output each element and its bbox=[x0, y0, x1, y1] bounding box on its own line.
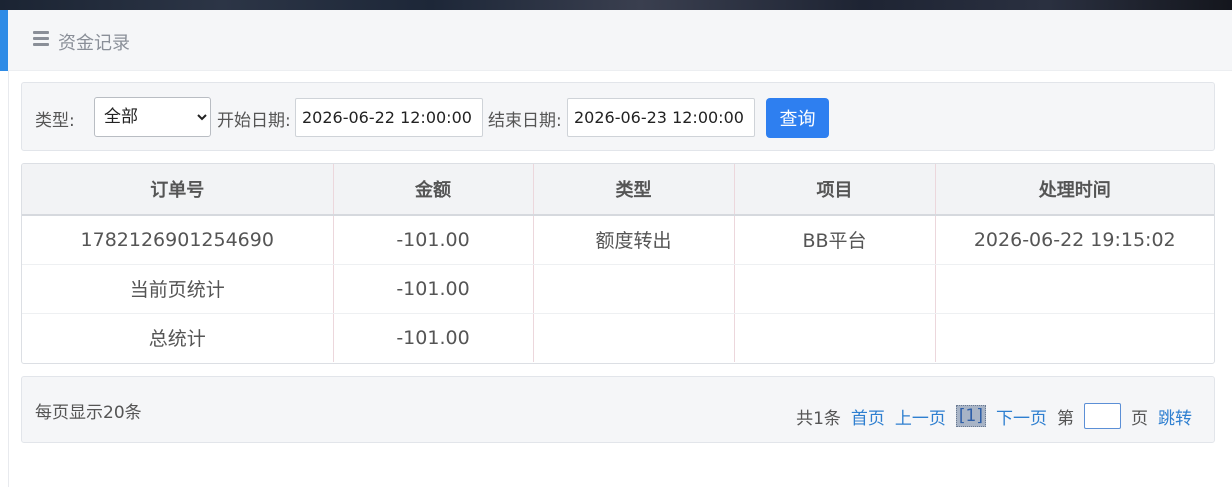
table-row: 1782126901254690 -101.00 额度转出 BB平台 2026-… bbox=[22, 215, 1214, 265]
first-page-link[interactable]: 首页 bbox=[851, 404, 885, 429]
start-date-label: 开始日期: bbox=[217, 111, 291, 131]
cell-empty bbox=[734, 264, 936, 314]
table-row-page-summary: 当前页统计 -101.00 bbox=[22, 264, 1214, 314]
goto-suffix: 页 bbox=[1131, 408, 1148, 429]
column-header-time: 处理时间 bbox=[935, 164, 1214, 216]
type-label: 类型: bbox=[35, 111, 75, 131]
end-date-input[interactable] bbox=[567, 98, 755, 137]
page-title: 资金记录 bbox=[58, 33, 130, 54]
cell-empty bbox=[533, 313, 735, 362]
jump-link[interactable]: 跳转 bbox=[1158, 404, 1192, 429]
filter-bar: 类型: 全部 开始日期: 结束日期: 查询 bbox=[21, 82, 1215, 151]
start-date-input[interactable] bbox=[295, 98, 483, 137]
records-table-container: 订单号 金额 类型 项目 处理时间 1782126901254690 -101.… bbox=[21, 163, 1215, 364]
per-page-text: 每页显示20条 bbox=[35, 403, 142, 423]
column-header-order-no: 订单号 bbox=[22, 164, 334, 216]
header-accent-bar bbox=[0, 10, 8, 71]
page-header: 资金记录 bbox=[0, 10, 1232, 71]
table-header-row: 订单号 金额 类型 项目 处理时间 bbox=[22, 164, 1214, 216]
left-divider bbox=[8, 71, 9, 487]
end-date-label: 结束日期: bbox=[488, 111, 562, 131]
cell-summary-label: 当前页统计 bbox=[22, 264, 334, 314]
cell-empty bbox=[734, 313, 936, 362]
goto-page-input[interactable] bbox=[1084, 403, 1121, 429]
cell-empty bbox=[533, 264, 735, 314]
cell-order-no: 1782126901254690 bbox=[22, 215, 334, 265]
query-button[interactable]: 查询 bbox=[766, 98, 829, 138]
cell-time: 2026-06-22 19:15:02 bbox=[935, 215, 1214, 265]
menu-icon bbox=[33, 31, 49, 47]
cell-item: BB平台 bbox=[734, 215, 936, 265]
goto-prefix: 第 bbox=[1057, 408, 1074, 429]
cell-total-label: 总统计 bbox=[22, 313, 334, 362]
cell-amount: -101.00 bbox=[333, 215, 534, 265]
pager: 共1条 首页 上一页 [1] 下一页 第 页 跳转 bbox=[796, 403, 1192, 429]
records-table: 订单号 金额 类型 项目 处理时间 1782126901254690 -101.… bbox=[22, 164, 1214, 362]
cell-empty bbox=[935, 264, 1214, 314]
table-row-total-summary: 总统计 -101.00 bbox=[22, 313, 1214, 362]
top-banner-strip bbox=[0, 0, 1232, 10]
pagination-bar: 每页显示20条 共1条 首页 上一页 [1] 下一页 第 页 跳转 bbox=[21, 376, 1215, 443]
cell-type: 额度转出 bbox=[533, 215, 735, 265]
column-header-type: 类型 bbox=[533, 164, 735, 216]
column-header-item: 项目 bbox=[734, 164, 936, 216]
next-page-link[interactable]: 下一页 bbox=[996, 404, 1047, 429]
current-page: [1] bbox=[955, 405, 986, 427]
type-select[interactable]: 全部 bbox=[94, 97, 211, 137]
cell-total-amount: -101.00 bbox=[333, 313, 534, 362]
prev-page-link[interactable]: 上一页 bbox=[895, 404, 946, 429]
cell-empty bbox=[935, 313, 1214, 362]
total-count: 共1条 bbox=[796, 408, 841, 429]
column-header-amount: 金额 bbox=[333, 164, 534, 216]
cell-summary-amount: -101.00 bbox=[333, 264, 534, 314]
